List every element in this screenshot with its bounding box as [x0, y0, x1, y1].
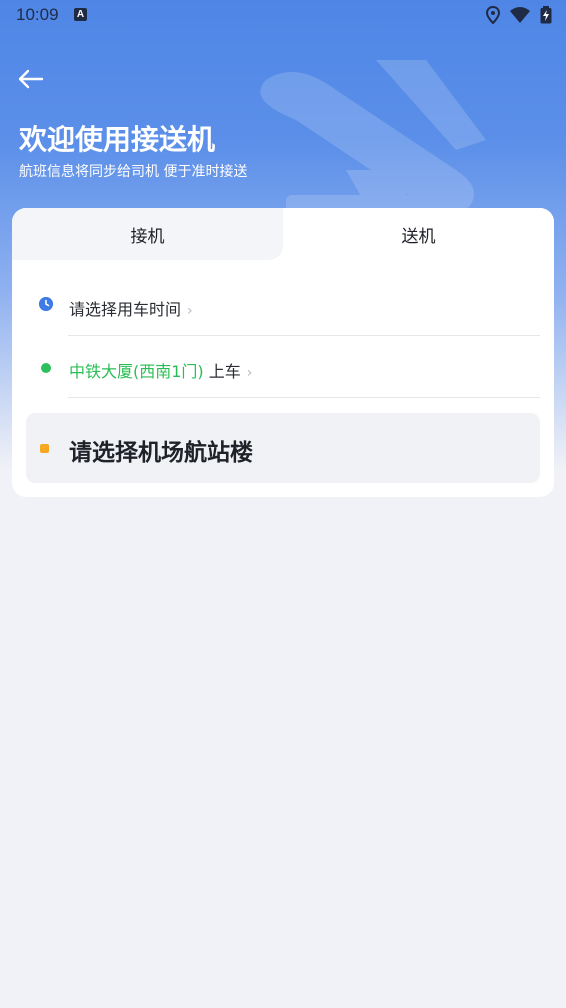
battery-icon: [540, 6, 552, 24]
location-pin-icon: [486, 6, 500, 24]
location-dot-icon: [41, 363, 51, 373]
tab-dropoff[interactable]: 送机: [283, 208, 554, 260]
airport-square-icon: [40, 444, 49, 453]
tab-bar: 接机 送机: [12, 208, 554, 262]
divider: [68, 335, 540, 336]
chevron-right-icon: ›: [187, 303, 193, 319]
tab-pickup[interactable]: 接机: [12, 208, 283, 260]
booking-card: 接机 送机 请选择用车时间 › 中铁大厦(西南1门) 上车 › 请选择机场航站楼: [12, 208, 554, 497]
status-bar: 10:09 A: [0, 0, 566, 30]
page-subtitle: 航班信息将同步给司机 便于准时接送: [19, 164, 248, 180]
chevron-right-icon: ›: [246, 365, 253, 381]
tab-dropoff-label: 送机: [401, 226, 436, 247]
wifi-icon: [510, 7, 530, 23]
back-arrow-icon[interactable]: [16, 64, 46, 94]
airport-terminal-selector[interactable]: 请选择机场航站楼: [26, 413, 540, 483]
pickup-suffix: 上车: [208, 362, 241, 381]
tab-pickup-label: 接机: [130, 226, 165, 247]
time-placeholder: 请选择用车时间: [69, 300, 182, 319]
notification-a-icon: A: [74, 8, 87, 21]
time-selector[interactable]: 请选择用车时间 ›: [12, 286, 554, 326]
page-title: 欢迎使用接送机: [19, 123, 216, 156]
airport-placeholder: 请选择机场航站楼: [69, 440, 253, 466]
clock-icon: [39, 297, 53, 311]
pickup-location-selector[interactable]: 中铁大厦(西南1门) 上车 ›: [12, 348, 554, 388]
pickup-location-name: 中铁大厦(西南1门): [69, 362, 204, 381]
status-time: 10:09: [16, 5, 59, 24]
divider: [68, 397, 540, 398]
